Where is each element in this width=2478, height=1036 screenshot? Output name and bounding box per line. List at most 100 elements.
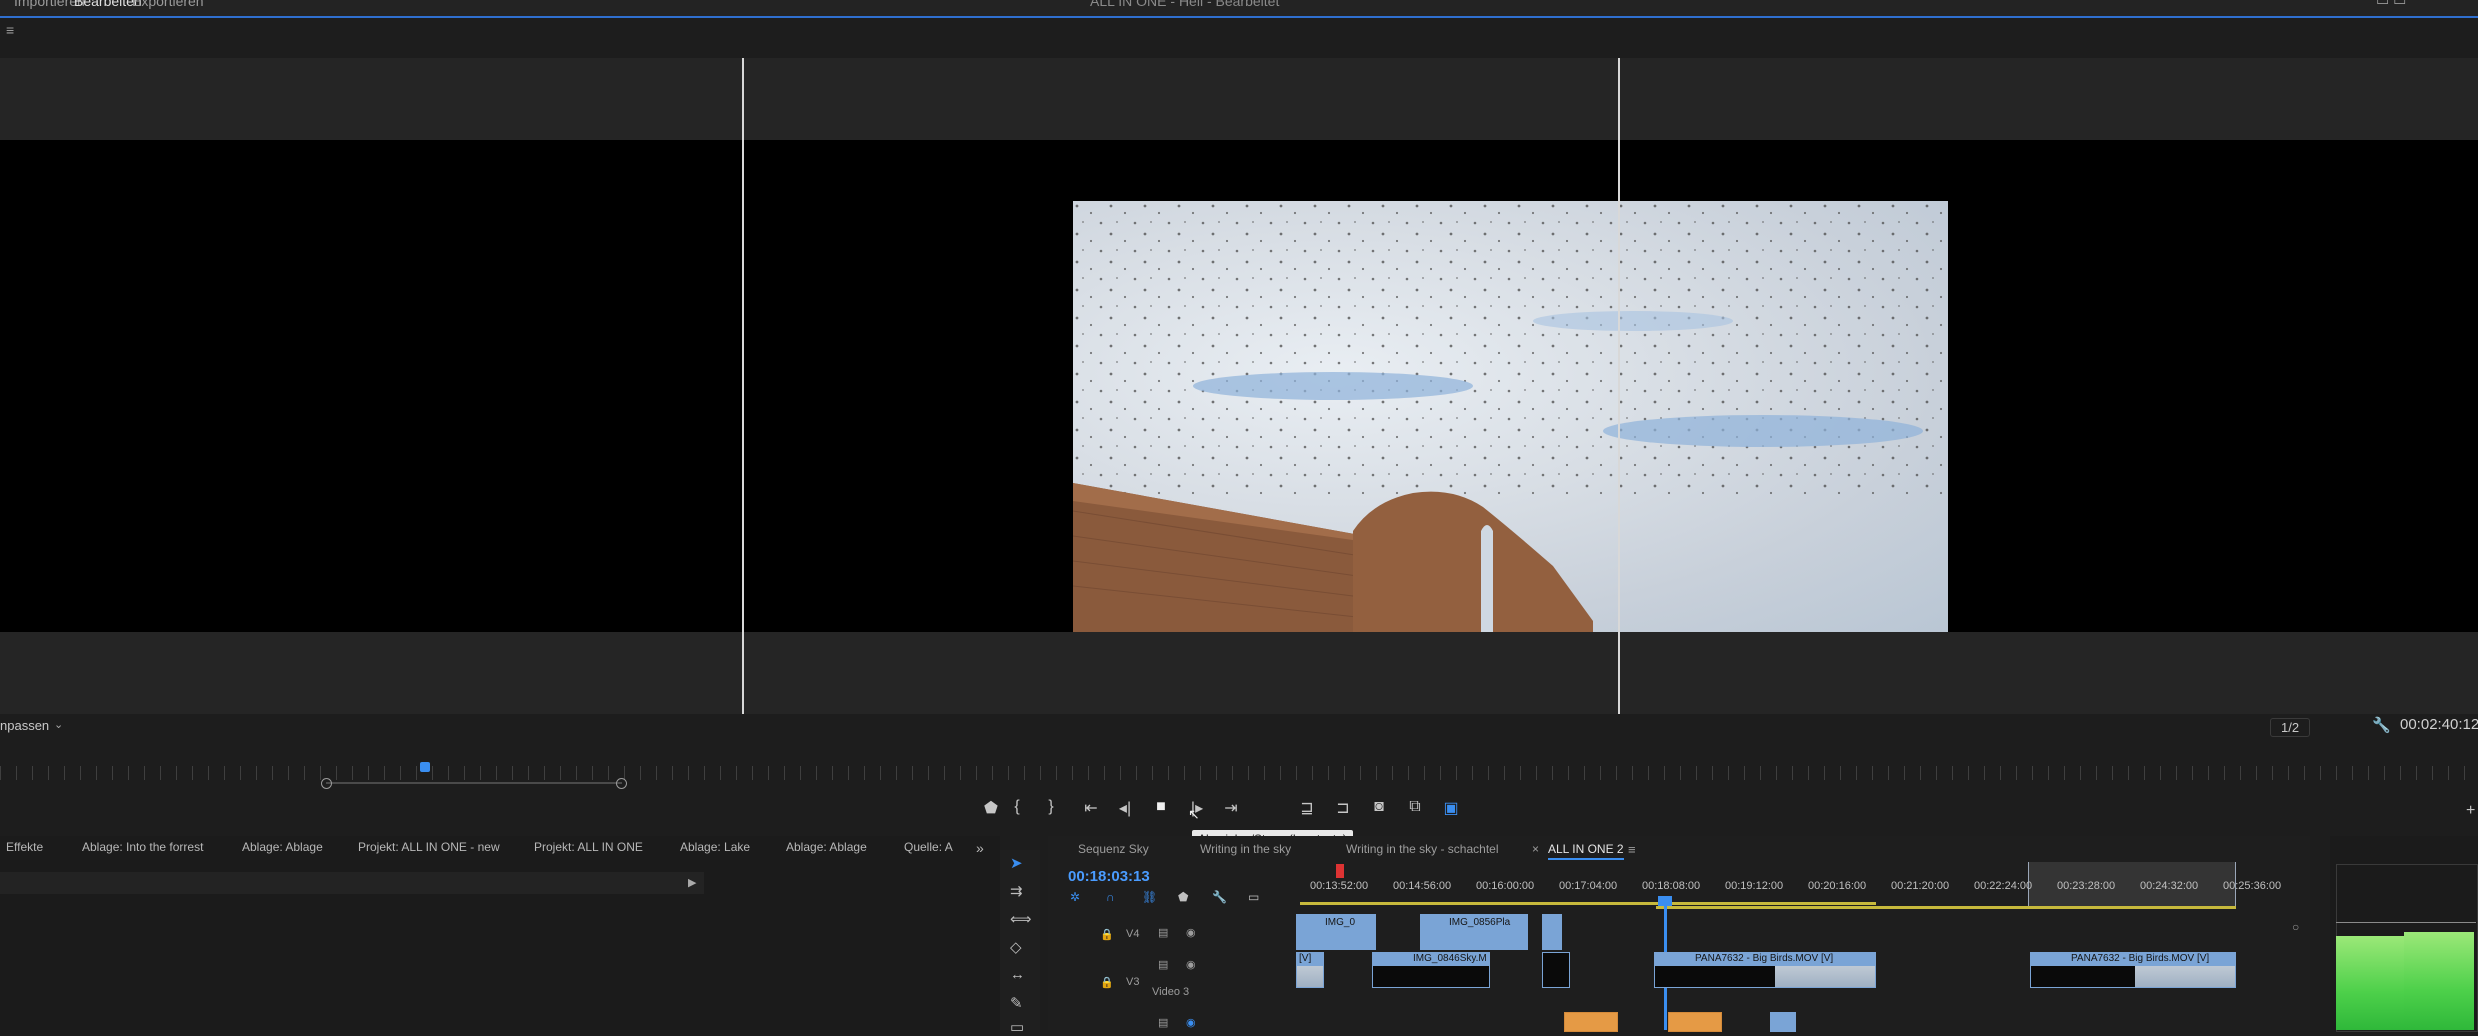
window-title: ALL IN ONE - Hell - Bearbeitet <box>1090 0 1280 9</box>
zoom-handle-right[interactable] <box>616 778 627 789</box>
go-to-out-icon[interactable]: ⇥ <box>1220 798 1242 818</box>
nest-icon[interactable]: ✲ <box>1070 890 1080 904</box>
clip-v3-img0846[interactable]: IMG_0846Sky.M <box>1372 952 1490 988</box>
clip-v2-c[interactable] <box>1770 1012 1796 1032</box>
meter-peak-line <box>2336 922 2476 923</box>
tab-projekt-new[interactable]: Projekt: ALL IN ONE - new <box>358 840 500 854</box>
vr-toggle-icon[interactable]: ▣ <box>1440 798 1462 818</box>
tab-effekte[interactable]: Effekte <box>6 840 43 854</box>
eye-icon[interactable]: ◉ <box>1186 958 1196 971</box>
tab-ablage-lake[interactable]: Ablage: Lake <box>680 840 750 854</box>
audio-meters <box>2330 836 2478 1032</box>
video-frame <box>1073 201 1948 632</box>
linked-selection-icon[interactable]: ⛓ <box>1142 890 1157 904</box>
comparison-view-icon[interactable]: ⧉ <box>1404 798 1426 816</box>
clip-v3-pana7632-a[interactable]: PANA7632 - Big Birds.MOV [V] <box>1654 952 1876 988</box>
extract-icon[interactable]: ⊐ <box>1332 798 1354 818</box>
stop-icon[interactable]: ■ <box>1150 798 1172 816</box>
ruler-label: 00:13:52:00 <box>1310 880 1369 892</box>
rectangle-tool-icon[interactable]: ▭ <box>1010 1018 1024 1036</box>
tab-ablage-forrest[interactable]: Ablage: Into the forrest <box>82 840 203 854</box>
film-icon[interactable]: ▤ <box>1158 1016 1168 1029</box>
scroll-handle-icon[interactable]: ○ <box>2292 920 2299 934</box>
snap-icon[interactable]: ∩ <box>1106 890 1115 904</box>
marker-icon[interactable]: ⬟ <box>980 798 1002 818</box>
timeline-menu-icon[interactable]: ≡ <box>1628 842 1636 857</box>
slip-tool-icon[interactable]: ↔ <box>1010 966 1025 983</box>
workspace-bar: Importieren Bearbeiten Exportieren ALL I… <box>0 0 2478 18</box>
clip-v3-pana7632-b[interactable]: PANA7632 - Big Birds.MOV [V] <box>2030 952 2236 988</box>
lock-icon[interactable]: 🔒 <box>1100 928 1114 941</box>
mark-in-icon[interactable]: { <box>1006 798 1028 816</box>
ruler-label: 00:24:32:00 <box>2140 880 2199 892</box>
track-select-tool-icon[interactable]: ⇉ <box>1010 882 1023 900</box>
expand-arrow-icon[interactable]: ▶ <box>688 876 696 889</box>
track-label-v4: V4 <box>1126 928 1140 940</box>
ripple-edit-tool-icon[interactable]: ⟺ <box>1010 910 1032 928</box>
eye-icon[interactable]: ◉ <box>1186 1016 1196 1029</box>
ruler-label: 00:21:20:00 <box>1891 880 1950 892</box>
lift-icon[interactable]: ⊒ <box>1296 798 1318 818</box>
more-tabs-icon[interactable]: » <box>976 840 984 856</box>
workspace-tab-exportieren[interactable]: Exportieren <box>132 0 204 9</box>
timeline-tab-sequenz-sky[interactable]: Sequenz Sky <box>1078 842 1149 856</box>
meter-right-channel <box>2404 932 2474 1030</box>
lock-icon[interactable]: 🔒 <box>1100 976 1114 989</box>
monitor-playhead[interactable] <box>420 762 430 772</box>
track-name-video3: Video 3 <box>1152 986 1190 998</box>
panel-menu-icon[interactable]: ≡ <box>6 22 14 38</box>
clip-v4-img0856[interactable]: IMG_0856Pla <box>1420 914 1528 950</box>
add-button-icon[interactable]: + <box>2466 802 2475 820</box>
monitor-time-ruler[interactable] <box>0 766 2478 780</box>
window-controls-icon[interactable]: ▭ ▭ <box>2376 0 2406 9</box>
ruler-label: 00:14:56:00 <box>1393 880 1452 892</box>
add-marker-icon[interactable]: ⬟ <box>1178 890 1188 904</box>
monitor-top-band <box>0 58 2478 140</box>
timeline-tab-all-in-one-2[interactable]: ALL IN ONE 2 <box>1548 842 1624 860</box>
program-duration: 00:02:40:12 <box>2400 716 2478 733</box>
monitor-zoom-bar[interactable] <box>326 782 622 784</box>
meter-left-channel <box>2336 936 2406 1030</box>
pen-tool-icon[interactable]: ✎ <box>1010 994 1023 1012</box>
ruler-label: 00:16:00:00 <box>1476 880 1535 892</box>
clip-v3-small[interactable] <box>1542 952 1570 988</box>
ruler-label: 00:25:36:00 <box>2223 880 2282 892</box>
go-to-in-icon[interactable]: ⇤ <box>1080 798 1102 818</box>
tab-quelle[interactable]: Quelle: A <box>904 840 953 854</box>
resolution-dropdown[interactable]: 1/2 <box>2270 718 2311 737</box>
captions-icon[interactable]: ▭ <box>1248 890 1259 904</box>
mark-out-icon[interactable]: } <box>1040 798 1062 816</box>
timeline-settings-icon[interactable]: 🔧 <box>1212 890 1227 904</box>
bird-sky-image <box>1073 201 1948 632</box>
clip-v3-left[interactable]: [V] <box>1296 952 1324 988</box>
razor-tool-icon[interactable]: ◇ <box>1010 938 1022 956</box>
clip-v2-b[interactable] <box>1668 1012 1722 1032</box>
chevron-down-icon[interactable]: ⌄ <box>54 718 63 731</box>
eye-icon[interactable]: ◉ <box>1186 926 1196 939</box>
clip-v2-a[interactable] <box>1564 1012 1618 1032</box>
timeline-marker[interactable] <box>1336 864 1344 878</box>
timeline-current-time[interactable]: 00:18:03:13 <box>1068 868 1150 885</box>
export-frame-icon[interactable]: ◙ <box>1368 798 1390 816</box>
project-panel <box>0 836 1000 1030</box>
ruler-label: 00:23:28:00 <box>2057 880 2116 892</box>
clip-v4-img0[interactable]: IMG_0 <box>1296 914 1376 950</box>
tab-ablage-1[interactable]: Ablage: Ablage <box>242 840 323 854</box>
timeline-tab-writing-schachtel[interactable]: Writing in the sky - schachtel <box>1346 842 1499 856</box>
zoom-handle-left[interactable] <box>321 778 332 789</box>
close-tab-icon[interactable]: × <box>1532 842 1539 856</box>
timeline-tab-writing-sky[interactable]: Writing in the sky <box>1200 842 1291 856</box>
wrench-icon[interactable]: 🔧 <box>2372 716 2391 734</box>
fit-dropdown[interactable]: npassen <box>0 718 49 733</box>
render-bar-2 <box>1656 906 2236 909</box>
film-icon[interactable]: ▤ <box>1158 958 1168 971</box>
safe-margin-guide-left <box>742 58 744 714</box>
selection-tool-icon[interactable]: ➤ <box>1010 854 1023 872</box>
step-back-icon[interactable]: ◂| <box>1114 798 1136 818</box>
film-icon[interactable]: ▤ <box>1158 926 1168 939</box>
tab-ablage-2[interactable]: Ablage: Ablage <box>786 840 867 854</box>
render-bar-1 <box>1300 902 1876 905</box>
clip-v4-small[interactable] <box>1542 914 1562 950</box>
playhead-handle[interactable] <box>1658 896 1672 906</box>
tab-projekt[interactable]: Projekt: ALL IN ONE <box>534 840 643 854</box>
